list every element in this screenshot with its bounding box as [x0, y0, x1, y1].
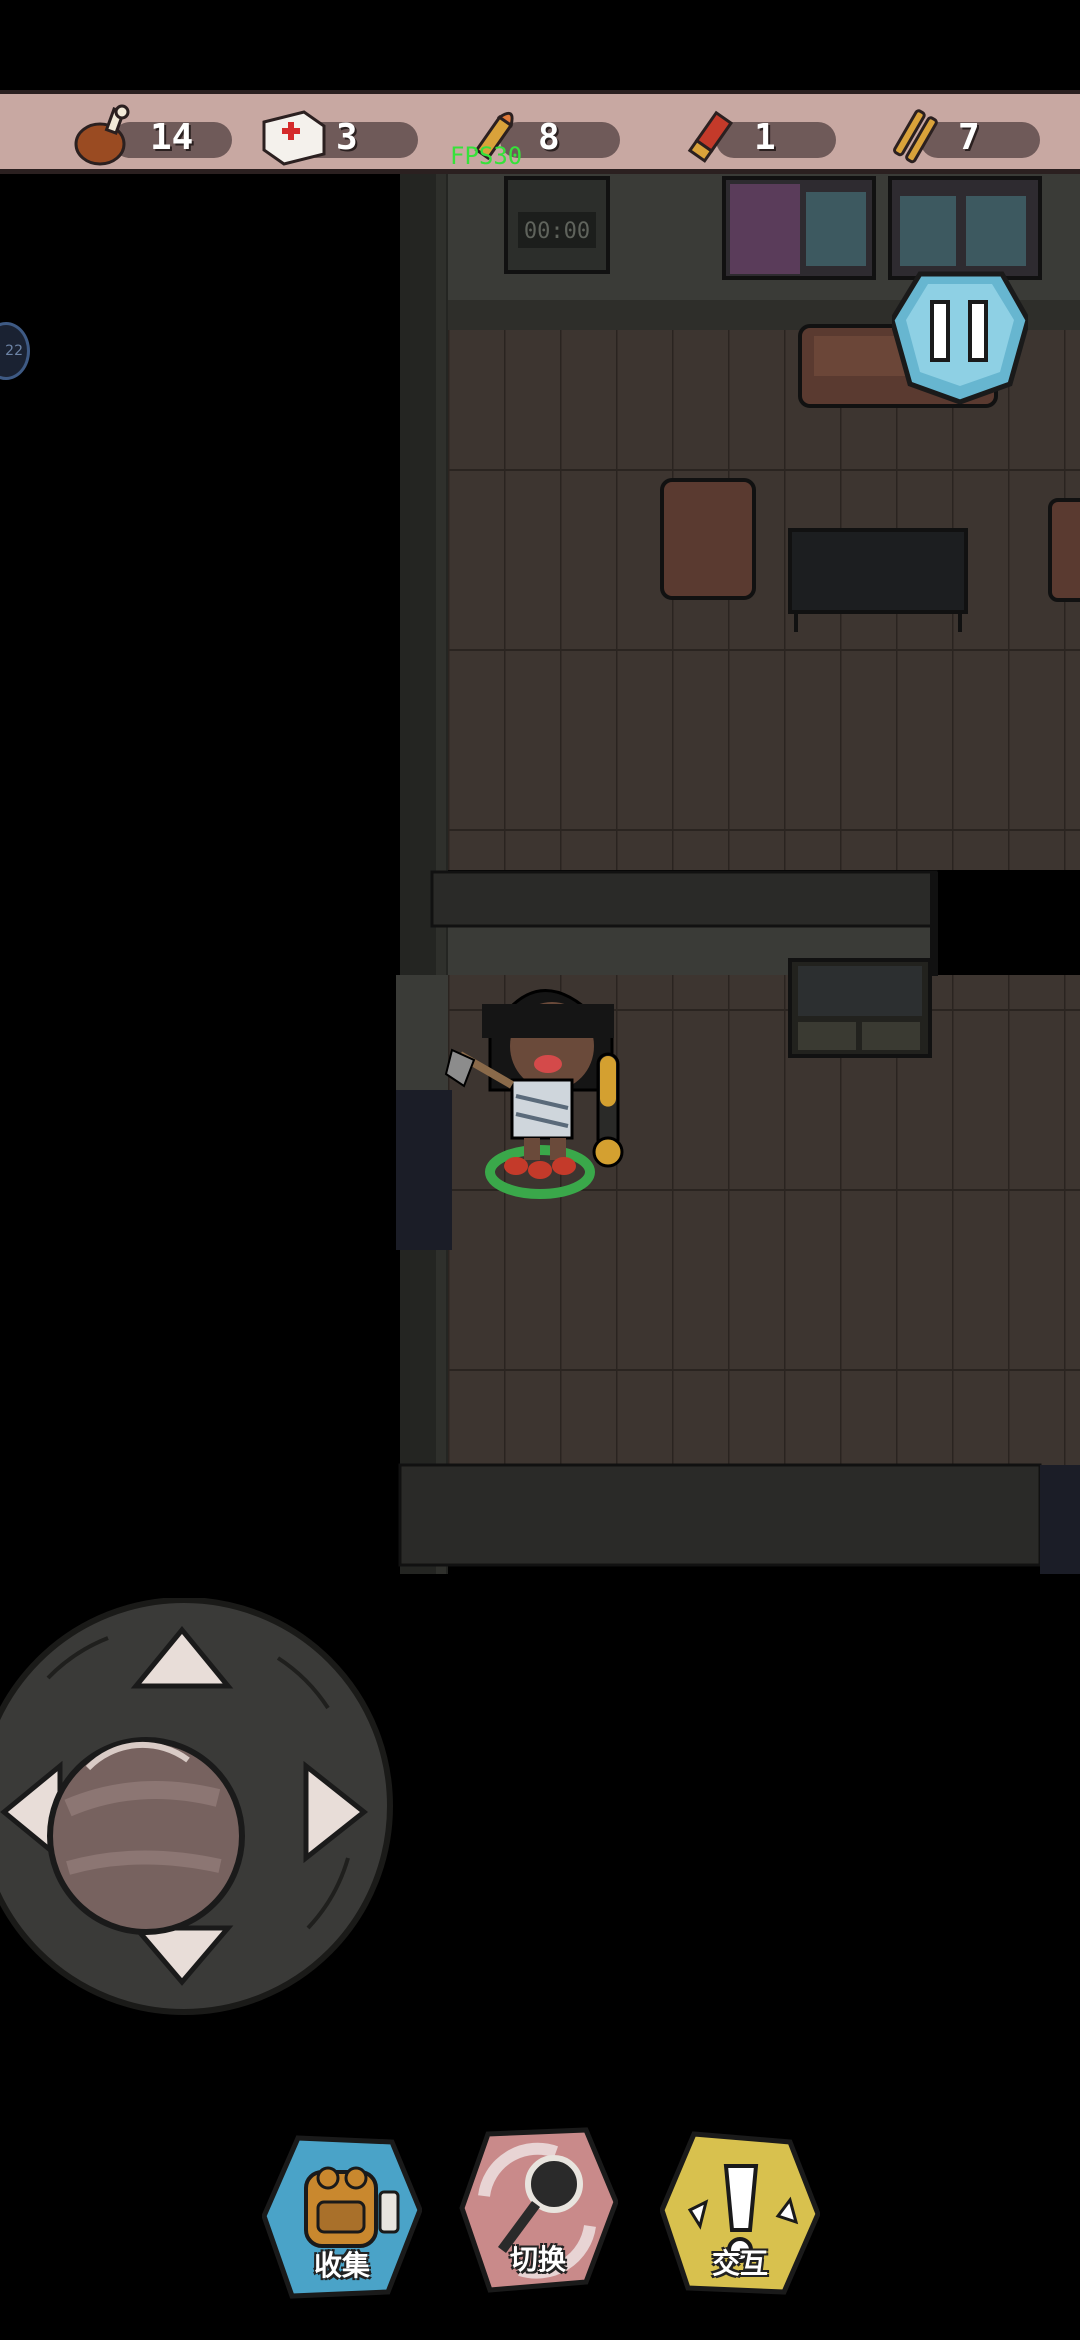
resource-medkit: 3 — [258, 104, 428, 166]
switch-button[interactable]: 切换 — [458, 2126, 619, 2296]
player-health-fill — [600, 1056, 616, 1107]
wall-clock-text: 00:00 — [524, 219, 590, 244]
pause-icon — [930, 300, 950, 362]
shotgun-shell-icon — [687, 110, 734, 163]
food-count: 14 — [150, 117, 194, 158]
shells-count: 1 — [754, 117, 776, 158]
medkit-icon — [262, 110, 326, 166]
bullets-count: 8 — [538, 117, 560, 158]
joystick-knob[interactable] — [47, 1737, 245, 1935]
interact-button[interactable]: 交互 — [659, 2130, 821, 2300]
medkit-count: 3 — [336, 117, 358, 158]
fps-counter: FPS30 — [450, 142, 523, 170]
interact-label: 交互 — [711, 2247, 768, 2280]
resource-food: 14 — [72, 104, 242, 166]
rifle-ammo-icon — [893, 109, 938, 164]
drumstick-icon — [74, 104, 130, 166]
resource-shells: 1 — [676, 104, 846, 164]
pause-button[interactable] — [892, 268, 1028, 404]
rifle-ammo-count: 7 — [958, 117, 980, 158]
collect-button[interactable]: 收集 — [261, 2132, 423, 2302]
switch-label: 切换 — [509, 2243, 566, 2276]
resource-bar: 14 3 8 1 7 — [0, 90, 1080, 174]
resource-rifle-ammo: 7 — [880, 104, 1050, 164]
collect-label: 收集 — [313, 2249, 370, 2282]
movement-joystick[interactable] — [0, 1598, 396, 2018]
